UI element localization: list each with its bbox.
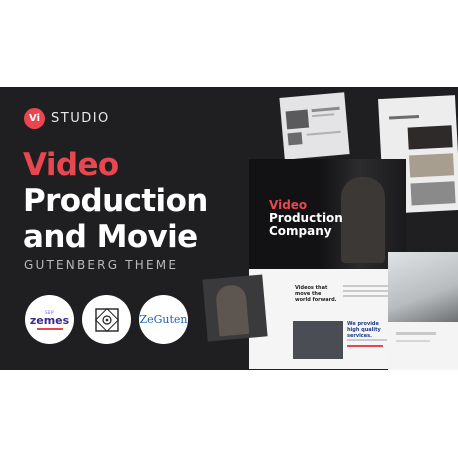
mockup-text-line [396, 332, 436, 335]
mockup-accent-line [347, 345, 383, 347]
mockup-photo [407, 125, 453, 150]
hero-banner: Vi STUDIO Video Production and Movie GUT… [0, 87, 458, 370]
mockup-photo [285, 109, 310, 130]
mockup-card-photo [202, 274, 268, 342]
mockup-text-line [396, 340, 430, 342]
mockup-hero-title: Video Production Company [269, 199, 343, 238]
zemes-logo: SEP zemes [25, 295, 74, 344]
mockup-text-line [388, 114, 420, 120]
mockup-text-line [347, 339, 387, 341]
headline-line-2: Production [23, 183, 208, 219]
mockup-text-line [343, 290, 391, 292]
mockup-text-line [312, 113, 335, 118]
ornamental-seal-icon [94, 307, 119, 332]
mockup-photo [388, 252, 458, 322]
mockup-photo [287, 132, 303, 146]
brand-badge: Vi [24, 108, 45, 129]
brand-name: STUDIO [51, 111, 110, 126]
headline: Video Production and Movie [23, 147, 208, 255]
zeguten-logo-word: ZeGuten [139, 313, 188, 326]
zemes-logo-word: zemes [29, 313, 70, 327]
headline-line-3: and Movie [23, 219, 198, 255]
mockup-text-line [306, 130, 341, 136]
mockup-text-line [311, 106, 340, 113]
mockup-main-page: Video Production Company Videos that mov… [249, 159, 406, 369]
mockup-services-heading: We provide high quality services. [347, 321, 381, 339]
mockup-person-photo [215, 284, 250, 337]
zemes-logo-underline [36, 327, 63, 330]
mockup-card-small [279, 92, 350, 160]
mockup-card-lower-right [388, 252, 458, 370]
mockup-person-photo [341, 177, 385, 263]
mockup-text-line [343, 295, 393, 297]
mockup-photo [293, 321, 343, 359]
headline-line-1: Video [23, 147, 119, 183]
seal-logo [82, 295, 131, 344]
mockup-section-heading: Videos that move the world forward. [295, 285, 337, 303]
theme-subtitle: GUTENBERG THEME [24, 258, 179, 272]
brand-logo: Vi STUDIO [24, 108, 110, 129]
mockup-title-white-2: Company [269, 224, 332, 238]
zeguten-logo: ZeGuten [139, 295, 188, 344]
mockup-photo [409, 153, 455, 178]
mockup-photo [410, 181, 456, 206]
mockup-content: Videos that move the world forward. We p… [249, 269, 406, 369]
